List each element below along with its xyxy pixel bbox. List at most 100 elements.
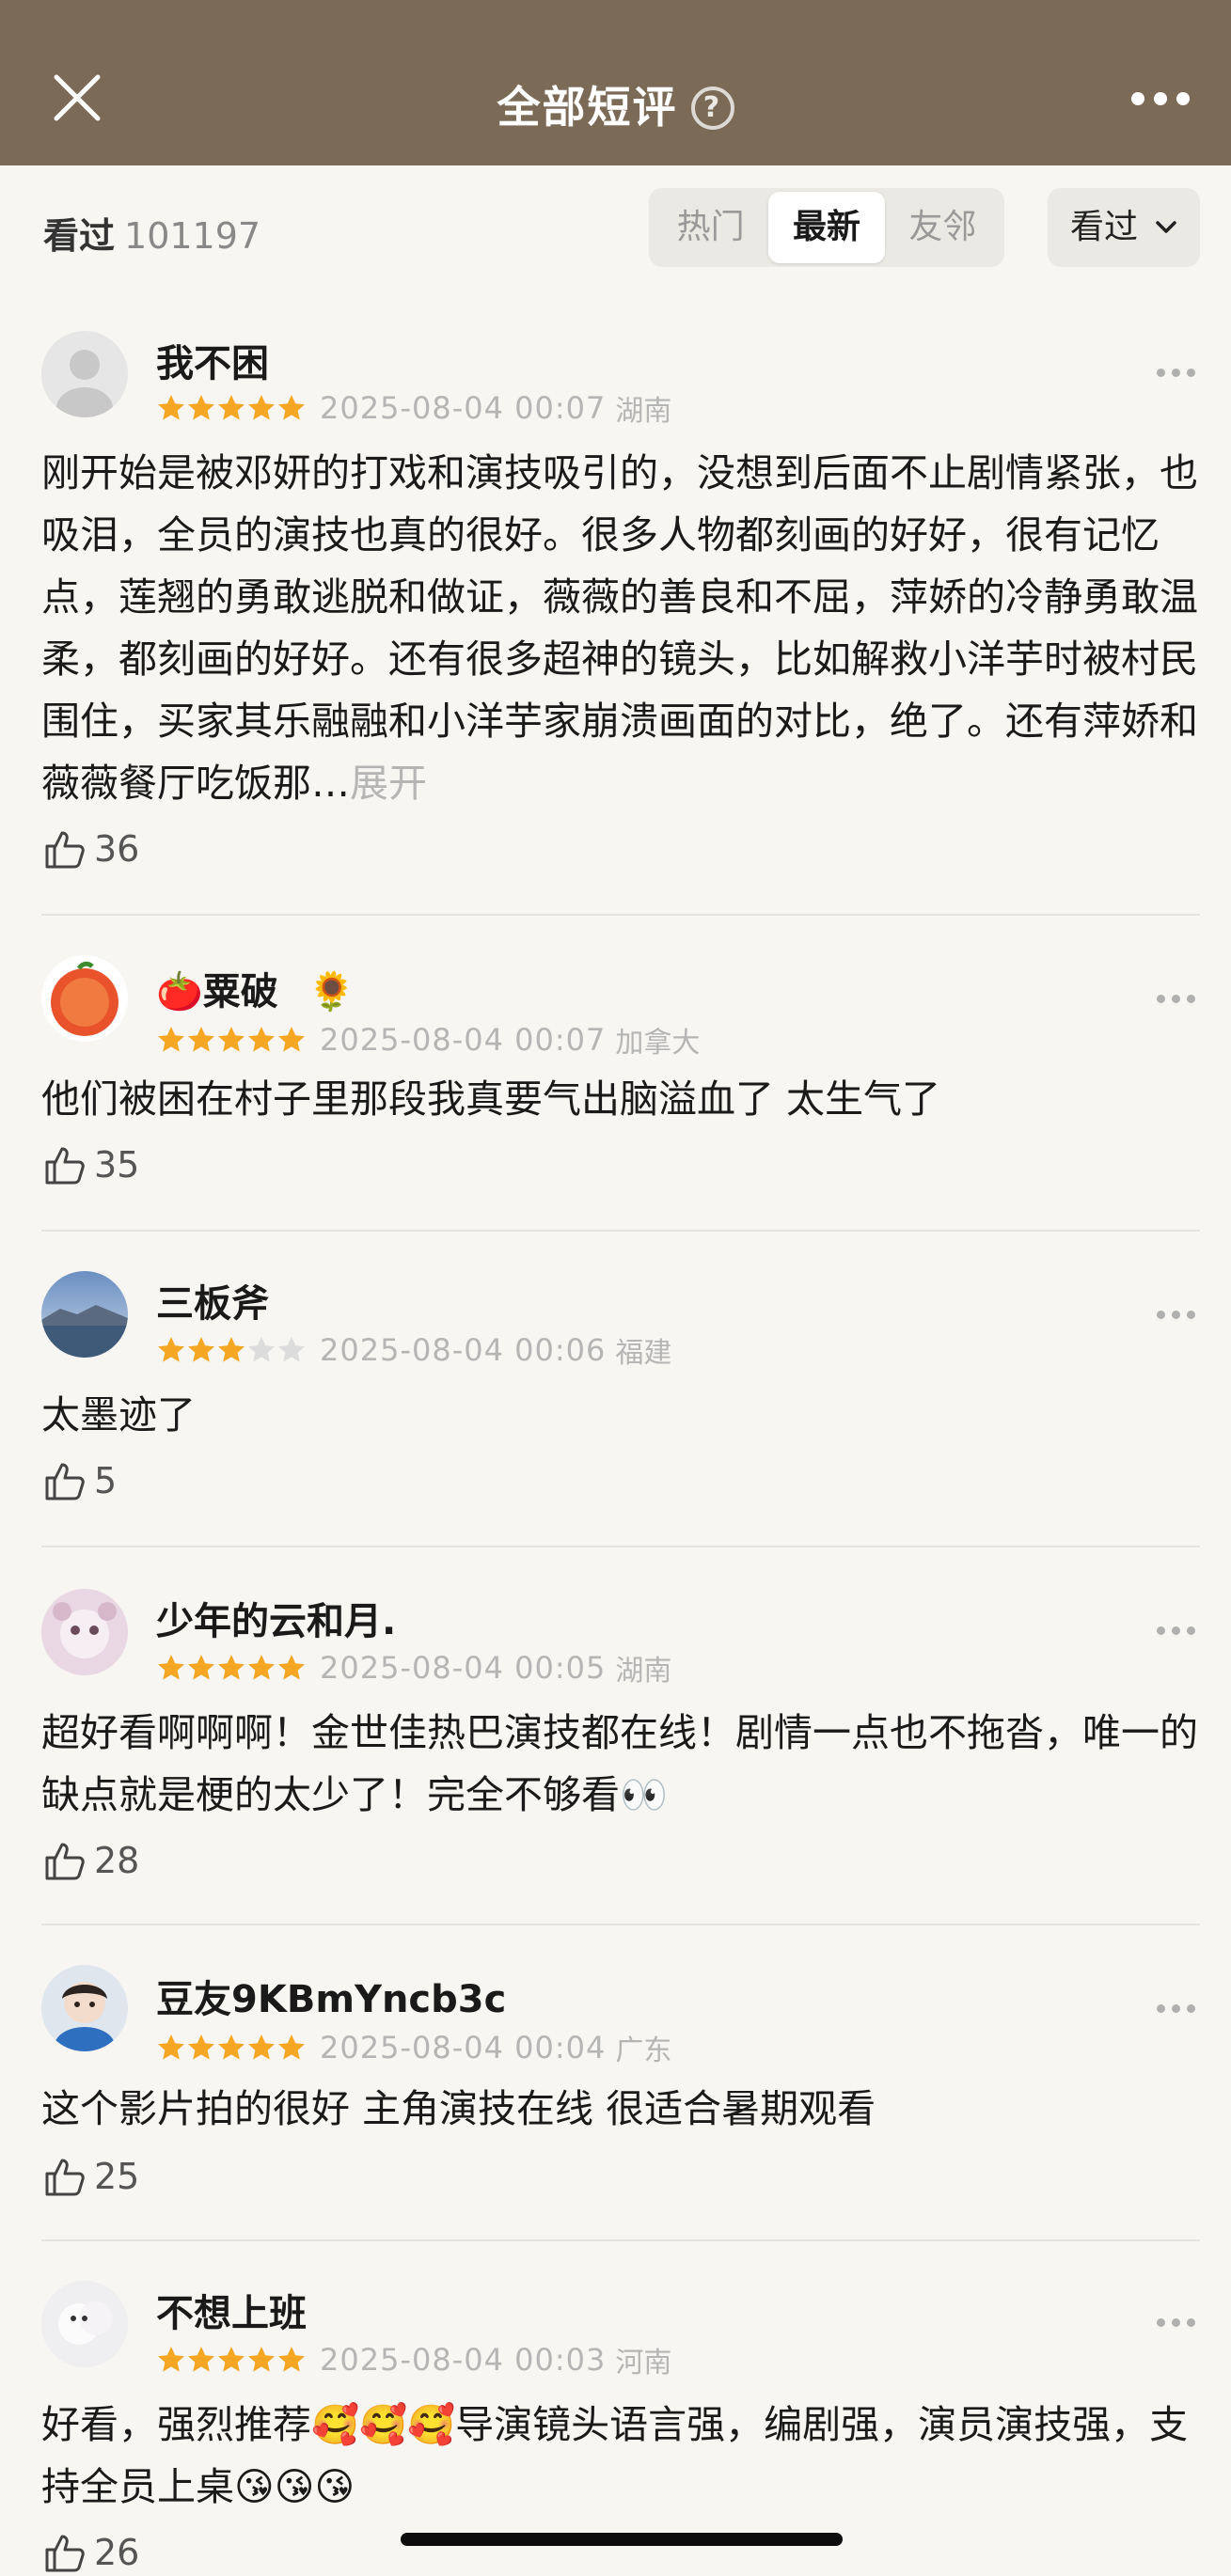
like-count: 36 <box>94 828 140 870</box>
sort-tabs: 热门 最新 友邻 <box>649 188 1004 267</box>
like-button[interactable]: 5 <box>41 1457 117 1504</box>
review-text: 太墨迹了 <box>41 1392 196 1437</box>
like-button[interactable]: 26 <box>41 2529 139 2576</box>
tab-friends[interactable]: 友邻 <box>885 192 1001 263</box>
review-location: 湖南 <box>615 395 672 428</box>
thumbs-up-icon <box>45 1147 85 1185</box>
star-filled-icon <box>218 2034 245 2060</box>
star-filled-icon <box>218 1027 245 1052</box>
review-meta: 2025-08-04 00:06 福建 <box>156 1329 671 1371</box>
star-filled-icon <box>248 2034 275 2060</box>
review-location: 广东 <box>615 2034 672 2067</box>
thumbs-up-icon <box>45 2535 85 2572</box>
avatar[interactable] <box>41 955 128 1042</box>
thumbs-up-icon <box>45 831 85 869</box>
like-button[interactable]: 36 <box>41 825 139 872</box>
divider <box>41 2239 1200 2241</box>
like-count: 25 <box>94 2156 140 2197</box>
more-options-icon[interactable] <box>1131 92 1190 105</box>
review-more-icon[interactable] <box>1157 2004 1195 2013</box>
username[interactable]: 三板斧 <box>156 1273 269 1327</box>
star-filled-icon <box>218 1655 245 1680</box>
review-text: 超好看啊啊啊！金世佳热巴演技都在线！剧情一点也不拖沓，唯一的缺点就是梗的太少了！… <box>41 1710 1198 1817</box>
review-text: 好看，强烈推荐🥰🥰🥰导演镜头语言强，编剧强，演员演技强，支持全员上桌😘😘😘 <box>41 2402 1189 2509</box>
star-filled-icon <box>188 1337 214 1362</box>
like-count: 35 <box>94 1144 140 1186</box>
chevron-down-icon <box>1156 221 1176 233</box>
expand-link[interactable]: 展开 <box>350 761 427 806</box>
username[interactable]: 不想上班 <box>156 2283 307 2337</box>
star-filled-icon <box>188 1027 214 1052</box>
review-text-content: 刚开始是被邓妍的打戏和演技吸引的，没想到后面不止剧情紧张，也吸泪，全员的演技也真… <box>41 450 1198 806</box>
review-date: 2025-08-04 00:06 <box>320 1332 607 1368</box>
rating-stars <box>156 2033 307 2063</box>
avatar[interactable] <box>41 1271 128 1358</box>
thumbs-up-icon <box>45 1463 85 1500</box>
review-more-icon[interactable] <box>1157 2318 1195 2327</box>
star-filled-icon <box>248 1655 275 1680</box>
rating-stars <box>156 1653 307 1683</box>
like-button[interactable]: 28 <box>41 1837 139 1884</box>
avatar[interactable] <box>41 1965 128 2051</box>
star-empty-icon <box>278 1337 305 1362</box>
review-more-icon[interactable] <box>1157 995 1195 1003</box>
review-more-icon[interactable] <box>1157 369 1195 377</box>
review-meta: 2025-08-04 00:07 加拿大 <box>156 1019 700 1060</box>
page-title-text: 全部短评 <box>497 82 678 133</box>
rating-stars <box>156 2345 307 2375</box>
star-filled-icon <box>248 1027 275 1052</box>
review-date: 2025-08-04 00:05 <box>320 1650 607 1686</box>
review-location: 福建 <box>615 1337 672 1370</box>
star-filled-icon <box>278 395 305 420</box>
star-filled-icon <box>188 2034 214 2060</box>
username[interactable]: 豆友9KBmYncb3c <box>156 1969 506 2023</box>
review-date: 2025-08-04 00:03 <box>320 2342 607 2378</box>
review-more-icon[interactable] <box>1157 1311 1195 1319</box>
star-filled-icon <box>158 2347 184 2372</box>
review-text: 刚开始是被邓妍的打戏和演技吸引的，没想到后面不止剧情紧张，也吸泪，全员的演技也真… <box>41 442 1198 814</box>
divider <box>41 1924 1200 1925</box>
like-button[interactable]: 35 <box>41 1141 139 1188</box>
star-filled-icon <box>188 395 214 420</box>
username-badge: 🌻 <box>308 970 355 1013</box>
avatar[interactable] <box>41 1589 128 1675</box>
rating-stars <box>156 1025 307 1055</box>
divider <box>41 1230 1200 1232</box>
filter-bar: 看过 101197 热门 最新 友邻 看过 <box>0 165 1231 288</box>
tab-hot[interactable]: 热门 <box>653 192 768 263</box>
like-button[interactable]: 25 <box>41 2153 139 2200</box>
username-text: 🍅粟破 <box>156 970 278 1013</box>
star-filled-icon <box>158 395 184 420</box>
review-location: 湖南 <box>615 1655 672 1688</box>
watched-number: 101197 <box>124 215 261 257</box>
home-indicator[interactable] <box>401 2533 843 2546</box>
username[interactable]: 我不困 <box>156 333 269 387</box>
star-filled-icon <box>218 2347 245 2372</box>
star-filled-icon <box>218 1337 245 1362</box>
review-date: 2025-08-04 00:04 <box>320 2030 607 2066</box>
review-location: 加拿大 <box>615 1027 701 1060</box>
username[interactable]: 🍅粟破 🌻 <box>156 961 355 1015</box>
review-more-icon[interactable] <box>1157 1626 1195 1635</box>
status-dropdown[interactable]: 看过 <box>1048 188 1200 267</box>
avatar[interactable] <box>41 2281 128 2367</box>
username[interactable]: 少年的云和月. <box>156 1591 396 1645</box>
like-count: 26 <box>94 2532 140 2573</box>
divider <box>41 1546 1200 1547</box>
review-text: 这个影片拍的很好 主角演技在线 很适合暑期观看 <box>41 2086 876 2131</box>
star-filled-icon <box>188 1655 214 1680</box>
rating-stars <box>156 1335 307 1365</box>
status-dropdown-label: 看过 <box>1070 208 1139 246</box>
like-count: 28 <box>94 1840 140 1881</box>
review-meta: 2025-08-04 00:04 广东 <box>156 2027 671 2068</box>
tab-latest[interactable]: 最新 <box>768 192 885 263</box>
top-bar: 全部短评? <box>0 0 1231 165</box>
star-filled-icon <box>158 2034 184 2060</box>
review-meta: 2025-08-04 00:07 湖南 <box>156 387 671 429</box>
review-location: 河南 <box>615 2347 672 2380</box>
review-date: 2025-08-04 00:07 <box>320 390 607 426</box>
avatar[interactable] <box>41 331 128 417</box>
star-filled-icon <box>158 1027 184 1052</box>
help-icon[interactable]: ? <box>690 86 734 130</box>
star-filled-icon <box>278 2034 305 2060</box>
